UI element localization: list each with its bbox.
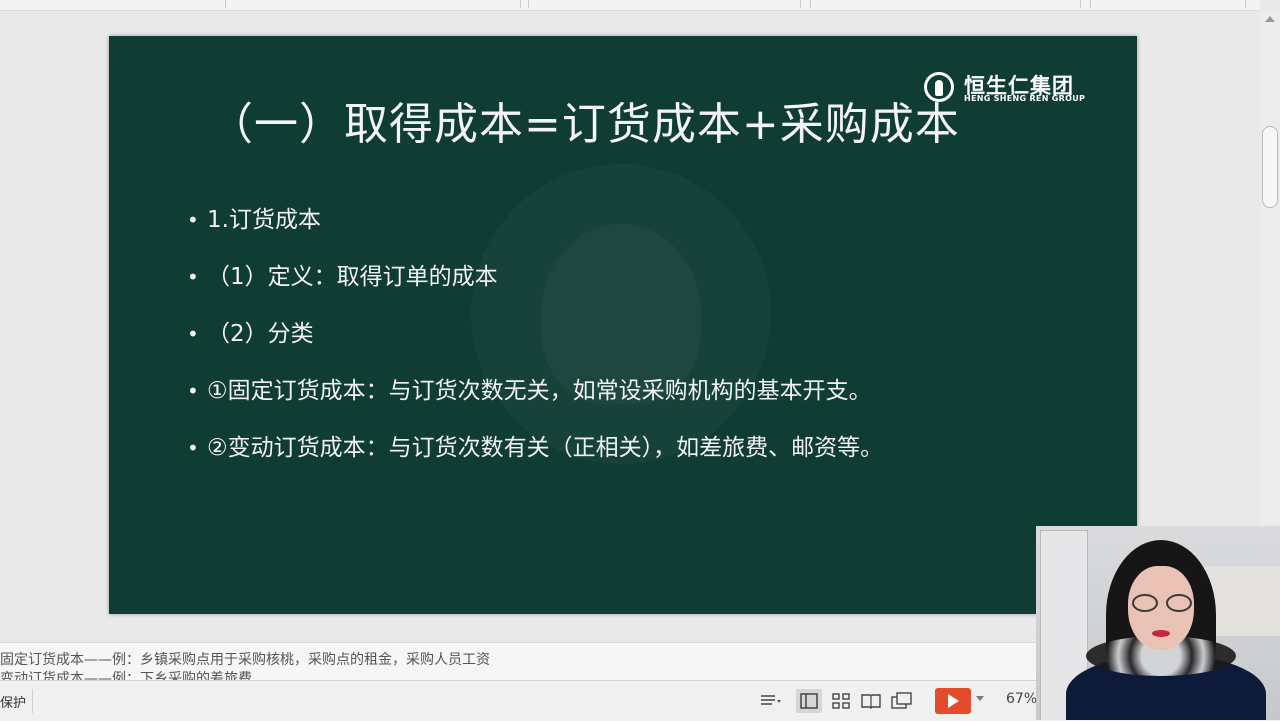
normal-view-icon[interactable] <box>796 689 822 713</box>
webcam-overlay <box>1036 526 1280 720</box>
bullet-list: 1.订货成本 （1）定义：取得订单的成本 （2）分类 ①固定订货成本：与订货次数… <box>187 204 883 489</box>
slide-canvas[interactable]: （一）取得成本=订货成本+采购成本 恒生仁集团 HENG SHENG REN G… <box>109 36 1137 614</box>
reading-view-icon[interactable] <box>858 689 884 713</box>
scroll-thumb[interactable] <box>1262 126 1278 208</box>
logo-mark-icon <box>924 72 954 102</box>
divider <box>32 689 33 713</box>
slide-title: （一）取得成本=订货成本+采购成本 <box>209 99 960 150</box>
list-item: （2）分类 <box>187 318 883 375</box>
notes-toggle-icon[interactable] <box>758 689 784 713</box>
notes-pane[interactable]: 固定订货成本——例：乡镇采购点用于采购核桃，采购点的租金，采购人员工资 变动订货… <box>0 642 1036 681</box>
list-item: （1）定义：取得订单的成本 <box>187 261 883 318</box>
scroll-up-icon[interactable] <box>1265 16 1275 22</box>
play-icon[interactable] <box>935 688 971 714</box>
notes-line: 固定订货成本——例：乡镇采购点用于采购核桃，采购点的租金，采购人员工资 <box>0 652 490 668</box>
slide-sorter-icon[interactable] <box>828 689 854 713</box>
ruler <box>0 0 1260 11</box>
list-item: ②变动订货成本：与订货次数有关（正相关），如差旅费、邮资等。 <box>187 432 883 489</box>
list-item: ①固定订货成本：与订货次数无关，如常设采购机构的基本开支。 <box>187 375 883 432</box>
chevron-down-icon[interactable] <box>976 696 984 701</box>
presenter-view-icon[interactable] <box>889 689 915 713</box>
zoom-level[interactable]: 67% <box>1006 691 1037 707</box>
logo-english: HENG SHENG REN GROUP <box>964 94 1086 103</box>
list-item: 1.订货成本 <box>187 204 883 261</box>
status-text: 保护 <box>0 696 27 711</box>
